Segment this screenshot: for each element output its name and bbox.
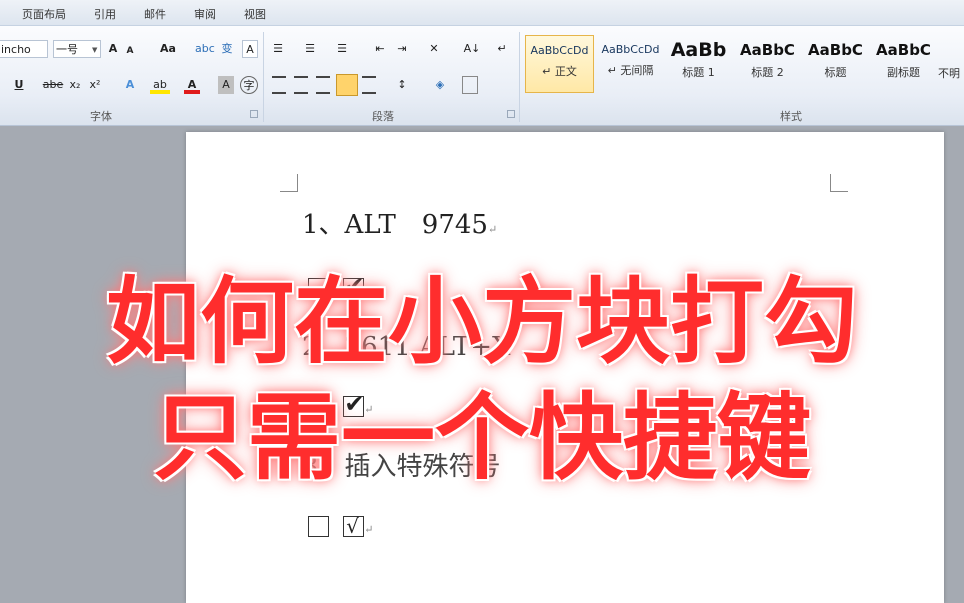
group-divider (263, 32, 264, 122)
paragraph-mark: ↵ (364, 523, 374, 536)
sort-icon[interactable]: A↓ (462, 40, 482, 58)
doc-line-1: 1、ALT 9745↵ (302, 210, 497, 245)
grow-font-icon[interactable]: A (106, 40, 120, 58)
style-normal[interactable]: AaBbCcDd ↵ 正文 (525, 35, 594, 93)
style-subtitle[interactable]: AaBbC 副标题 (869, 35, 938, 93)
style-name: 副标题 (887, 66, 920, 79)
tab-references[interactable]: 引用 (94, 6, 116, 22)
style-sample: AaBbC (740, 41, 795, 59)
paragraph-dialog-launcher-icon[interactable] (507, 110, 515, 118)
style-name: 标题 1 (682, 66, 715, 79)
font-group-label: 字体 (90, 110, 112, 123)
line-spacing-icon[interactable]: ↕ (392, 76, 412, 94)
tab-view[interactable]: 视图 (244, 6, 266, 22)
numbering-icon[interactable]: ☰ (302, 40, 318, 58)
underline-button[interactable]: U (12, 76, 26, 94)
font-color-icon[interactable]: A (184, 76, 200, 94)
style-heading-2[interactable]: AaBbC 标题 2 (733, 35, 802, 93)
font-dialog-launcher-icon[interactable] (250, 110, 258, 118)
justify-icon[interactable] (336, 74, 358, 96)
text-effect-icon[interactable]: A (122, 76, 138, 94)
show-marks-icon[interactable]: ↵ (494, 40, 510, 58)
style-name: 标题 2 (751, 66, 784, 79)
check-icon: √ (346, 513, 360, 538)
ribbon: incho 一号 ▼ A A Aa abc 变 A U abe x₂ x² A … (0, 26, 964, 126)
enclose-char-icon[interactable]: 字 (240, 76, 258, 94)
style-name: ↵ 无间隔 (607, 64, 654, 77)
shading-icon[interactable]: ◈ (430, 76, 450, 94)
bullets-icon[interactable]: ☰ (270, 40, 286, 58)
tab-mailings[interactable]: 邮件 (144, 6, 166, 22)
multilevel-list-icon[interactable]: ☰ (334, 40, 350, 58)
clear-format-icon[interactable]: abc (195, 40, 215, 58)
overlay-title-line-2: 只需一个快捷键 (152, 384, 811, 493)
group-divider (519, 32, 520, 122)
change-case-icon[interactable]: Aa (156, 40, 180, 58)
increase-indent-icon[interactable]: ⇥ (394, 40, 410, 58)
overlay-title-line-1: 如何在小方块打勾 (105, 268, 858, 377)
borders-icon[interactable] (462, 76, 478, 94)
align-center-icon[interactable] (294, 76, 308, 94)
style-name: 标题 (824, 66, 847, 79)
style-sample: AaBbC (808, 41, 863, 59)
subscript-button[interactable]: x₂ (68, 76, 82, 94)
style-heading-1[interactable]: AaBb 标题 1 (664, 35, 733, 93)
tab-review[interactable]: 审阅 (194, 6, 216, 22)
paragraph-group-label: 段落 (372, 110, 394, 123)
tab-page-layout[interactable]: 页面布局 (22, 6, 66, 22)
phonetic-guide-icon[interactable]: 变 (218, 40, 236, 58)
font-name-combo[interactable]: incho (0, 40, 48, 58)
doc-checkbox-line-3: √ ↵ (308, 510, 373, 545)
style-sample: AaBb (670, 39, 727, 61)
doc-line-text: 1、ALT 9745 (302, 210, 488, 240)
superscript-button[interactable]: x² (88, 76, 102, 94)
empty-box (308, 515, 329, 537)
style-unknown[interactable]: 不明 (938, 35, 964, 93)
style-title[interactable]: AaBbC 标题 (801, 35, 870, 93)
style-name: 不明 (938, 67, 960, 80)
ribbon-tab-bar: 页面布局 引用 邮件 审阅 视图 (0, 0, 964, 26)
styles-group-label: 样式 (780, 110, 802, 123)
distribute-icon[interactable] (362, 76, 376, 94)
font-size-dropdown-icon[interactable]: ▼ (92, 46, 97, 54)
margin-corner-mark (830, 174, 848, 192)
align-right-icon[interactable] (316, 76, 330, 94)
char-border-icon[interactable]: A (242, 40, 258, 58)
style-sample: AaBbC (876, 41, 931, 59)
style-no-spacing[interactable]: AaBbCcDd ↵ 无间隔 (596, 35, 665, 93)
checked-box: √ (343, 514, 365, 538)
paragraph-mark: ↵ (487, 223, 498, 236)
style-name: ↵ 正文 (542, 65, 577, 78)
style-sample: AaBbCcDd (601, 43, 660, 56)
chinese-layout-icon[interactable]: ✕ (424, 40, 444, 58)
align-left-icon[interactable] (272, 76, 286, 94)
style-sample: AaBbCcDd (530, 44, 589, 57)
char-shading-icon[interactable]: A (218, 76, 234, 94)
margin-corner-mark (280, 174, 298, 192)
decrease-indent-icon[interactable]: ⇤ (372, 40, 388, 58)
shrink-font-icon[interactable]: A (124, 42, 136, 60)
strikethrough-button[interactable]: abe (42, 76, 64, 94)
highlight-icon[interactable]: ab (150, 76, 170, 94)
